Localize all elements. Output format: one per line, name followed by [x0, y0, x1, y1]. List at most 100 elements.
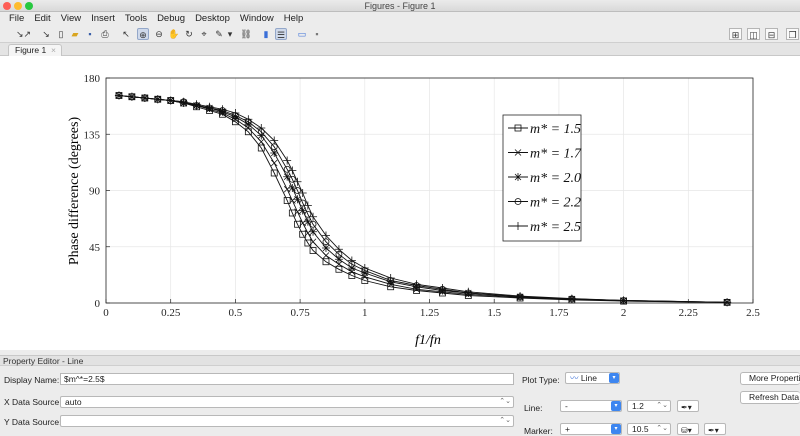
- data-cursor-icon[interactable]: ⌖: [198, 28, 210, 40]
- pen-color-icon: ✒▾: [681, 403, 692, 412]
- line-plot-icon: 〰: [570, 373, 579, 383]
- more-properties-button[interactable]: More Properties: [740, 372, 800, 385]
- y-tick-label: 45: [89, 242, 101, 254]
- line-style-select[interactable]: - ▾: [560, 400, 622, 412]
- data-point: [257, 138, 265, 146]
- y-tick-label: 180: [84, 73, 101, 85]
- line-style-value: -: [565, 401, 568, 411]
- tab-figure-1[interactable]: Figure 1 ×: [8, 44, 62, 56]
- plot-type-select[interactable]: 〰 Line ▾: [565, 372, 620, 384]
- x-tick-label: 2.25: [679, 307, 699, 319]
- menu-file[interactable]: File: [4, 12, 29, 25]
- arrow-icon[interactable]: ↘: [40, 28, 52, 40]
- menu-view[interactable]: View: [56, 12, 86, 25]
- show-plot-tools-icon[interactable]: ▪: [311, 28, 323, 40]
- x-data-source-select[interactable]: auto ⌃⌄: [60, 396, 514, 408]
- x-tick-label: 1.75: [549, 307, 569, 319]
- series-1: [115, 92, 731, 306]
- zoom-in-icon[interactable]: ⊕: [137, 28, 149, 40]
- legend-marker: [514, 173, 522, 181]
- marker-size-value: 10.5: [632, 424, 649, 434]
- menu-tools[interactable]: Tools: [120, 12, 152, 25]
- link-plot-icon[interactable]: ⛓: [240, 28, 252, 40]
- series-line: [118, 95, 728, 303]
- new-figure-icon[interactable]: ▯: [55, 28, 67, 40]
- refresh-data-button[interactable]: Refresh Data: [740, 391, 800, 404]
- split-horizontal-icon[interactable]: ⊟: [765, 28, 778, 40]
- phase-chart[interactable]: 0 0.25 0.5 0.75 1 1.25 1.5 1.75 2 2.25 2.5 0 45 90 13…: [0, 56, 800, 350]
- data-point: [270, 149, 279, 157]
- stepper-icon: ⌃⌄: [499, 398, 511, 405]
- y-tick-label: 0: [95, 298, 101, 310]
- data-point: [270, 159, 278, 167]
- figure-tab-row: Figure 1 ×: [0, 43, 800, 56]
- menu-debug[interactable]: Debug: [152, 12, 190, 25]
- menu-help[interactable]: Help: [279, 12, 309, 25]
- pan-icon[interactable]: ✋: [168, 28, 180, 40]
- x-tick-label: 2: [621, 307, 627, 319]
- display-name-field[interactable]: $m^*=2.5$: [60, 373, 514, 385]
- marker-select[interactable]: + ▾: [560, 423, 622, 435]
- close-tab-icon[interactable]: ×: [51, 45, 56, 56]
- paint-bucket-icon: ⛁▾: [681, 426, 692, 435]
- open-file-icon[interactable]: ▰: [69, 28, 81, 40]
- figure-toolbar: ↘↗ ↘ ▯ ▰ ▪ ⎙ ↖ ⊕ ⊖ ✋ ↻ ⌖ ✎ ▾ ⛓ ▮ ☰ ▭ ▪ ⊞…: [0, 25, 800, 43]
- x-tick-label: 0.75: [290, 307, 310, 319]
- window-titlebar: Figures - Figure 1: [0, 0, 800, 12]
- tile-layout-icon[interactable]: ⊞: [729, 28, 742, 40]
- menu-window[interactable]: Window: [235, 12, 279, 25]
- menu-edit[interactable]: Edit: [29, 12, 55, 25]
- legend-label: m* = 1.5: [530, 122, 581, 137]
- x-axis-label: f1/fn: [415, 333, 441, 348]
- save-icon[interactable]: ▪: [84, 28, 96, 40]
- pen-color-icon: ✒▾: [708, 426, 719, 435]
- edit-plot-icon[interactable]: ↖: [120, 28, 132, 40]
- series-4: [115, 92, 731, 306]
- menu-desktop[interactable]: Desktop: [190, 12, 235, 25]
- x-tick-label: 0: [103, 307, 109, 319]
- data-point: [283, 156, 292, 165]
- hide-plot-tools-icon[interactable]: ▭: [296, 28, 308, 40]
- legend-label: m* = 2.2: [530, 196, 581, 211]
- marker-size-stepper[interactable]: 10.5 ⌃⌄: [627, 423, 671, 435]
- line-label: Line:: [524, 403, 543, 413]
- series-5: [114, 91, 732, 307]
- x-tick-label: 0.25: [161, 307, 181, 319]
- x-tick-label: 1.25: [420, 307, 440, 319]
- brush-icon[interactable]: ✎: [213, 28, 225, 40]
- line-color-picker[interactable]: ✒▾: [677, 400, 699, 412]
- stepper-icon: ⌃⌄: [499, 417, 511, 424]
- chevron-down-icon: ▾: [611, 401, 621, 411]
- marker-value: +: [565, 424, 570, 434]
- split-vertical-icon[interactable]: ◫: [747, 28, 760, 40]
- series-line: [118, 95, 728, 303]
- x-tick-label: 0.5: [229, 307, 243, 319]
- legend-label: m* = 1.7: [530, 147, 582, 162]
- data-point: [322, 252, 330, 259]
- y-tick-label: 135: [84, 129, 101, 141]
- x-tick-label: 1.5: [487, 307, 501, 319]
- zoom-out-icon[interactable]: ⊖: [153, 28, 165, 40]
- data-point: [309, 227, 318, 236]
- rotate-icon[interactable]: ↻: [183, 28, 195, 40]
- y-data-source-select[interactable]: ⌃⌄: [60, 415, 514, 427]
- legend-label: m* = 2.0: [530, 171, 581, 186]
- line-width-stepper[interactable]: 1.2 ⌃⌄: [627, 400, 671, 412]
- data-point: [321, 244, 330, 252]
- menu-insert[interactable]: Insert: [86, 12, 120, 25]
- marker-face-color-picker[interactable]: ✒▾: [704, 423, 726, 435]
- colorbar-icon[interactable]: ▮: [260, 28, 272, 40]
- marker-edge-color-picker[interactable]: ⛁▾: [677, 423, 699, 435]
- brush-dropdown-icon[interactable]: ▾: [226, 28, 234, 40]
- legend-label: m* = 2.5: [530, 220, 581, 235]
- series-line: [118, 95, 728, 303]
- legend-icon[interactable]: ☰: [275, 28, 287, 40]
- print-icon[interactable]: ⎙: [99, 28, 111, 40]
- chart-legend[interactable]: m* = 1.5 m* = 1.7 m* = 2.0 m* = 2.2 m* = 2.5: [502, 114, 582, 242]
- figure-canvas: 0 0.25 0.5 0.75 1 1.25 1.5 1.75 2 2.25 2.5 0 45 90 13…: [0, 56, 800, 350]
- float-window-icon[interactable]: ❐: [786, 28, 799, 40]
- y-axis-label: Phase difference (degrees): [67, 117, 82, 266]
- dock-icon[interactable]: ↘↗: [16, 28, 31, 40]
- plot-type-value: Line: [580, 373, 597, 383]
- y-tick-label: 90: [89, 186, 101, 198]
